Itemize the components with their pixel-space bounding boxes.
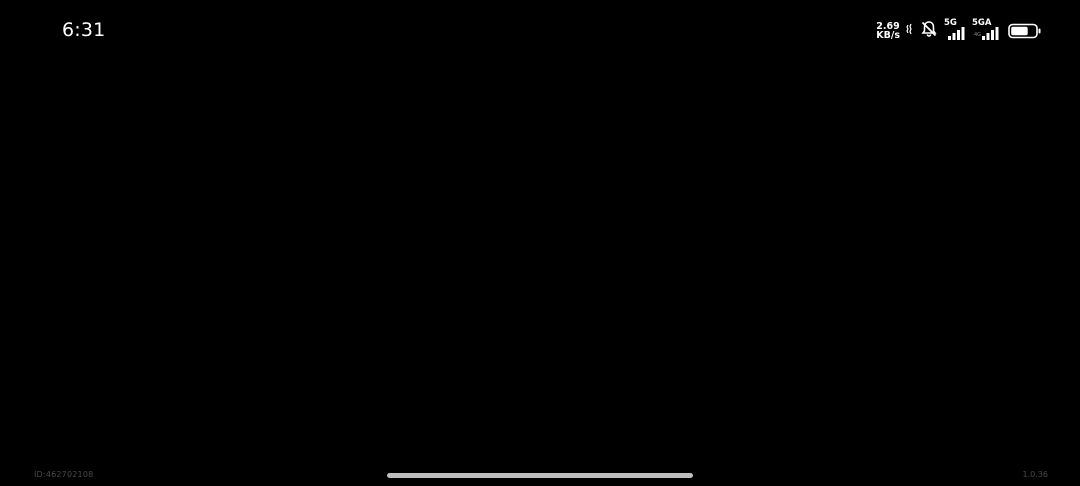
device-id-label: ID:462702108	[34, 470, 94, 479]
muted-bell-icon	[920, 20, 938, 43]
network-speed-unit: KB/s	[876, 30, 900, 41]
home-indicator[interactable]	[387, 473, 693, 478]
sim2-signal: 5GA 4G	[972, 18, 1002, 41]
battery-icon	[1008, 23, 1041, 39]
status-bar: 6:31 2.69 KB/s 5G 5GA 4G	[0, 0, 1080, 62]
sim2-sub-label: 4G	[974, 32, 982, 38]
network-speed: 2.69 KB/s	[876, 22, 900, 41]
status-icons: 2.69 KB/s 5G 5GA 4G	[876, 18, 1042, 43]
status-time: 6:31	[62, 19, 106, 41]
sim1-signal: 5G	[944, 18, 966, 41]
battery	[1008, 23, 1042, 39]
sim1-network-label: 5G	[944, 18, 957, 28]
sim2-network-label: 5GA	[972, 18, 992, 28]
app-version-label: 1.0.36	[1022, 470, 1048, 479]
vibrate-icon	[906, 22, 914, 41]
